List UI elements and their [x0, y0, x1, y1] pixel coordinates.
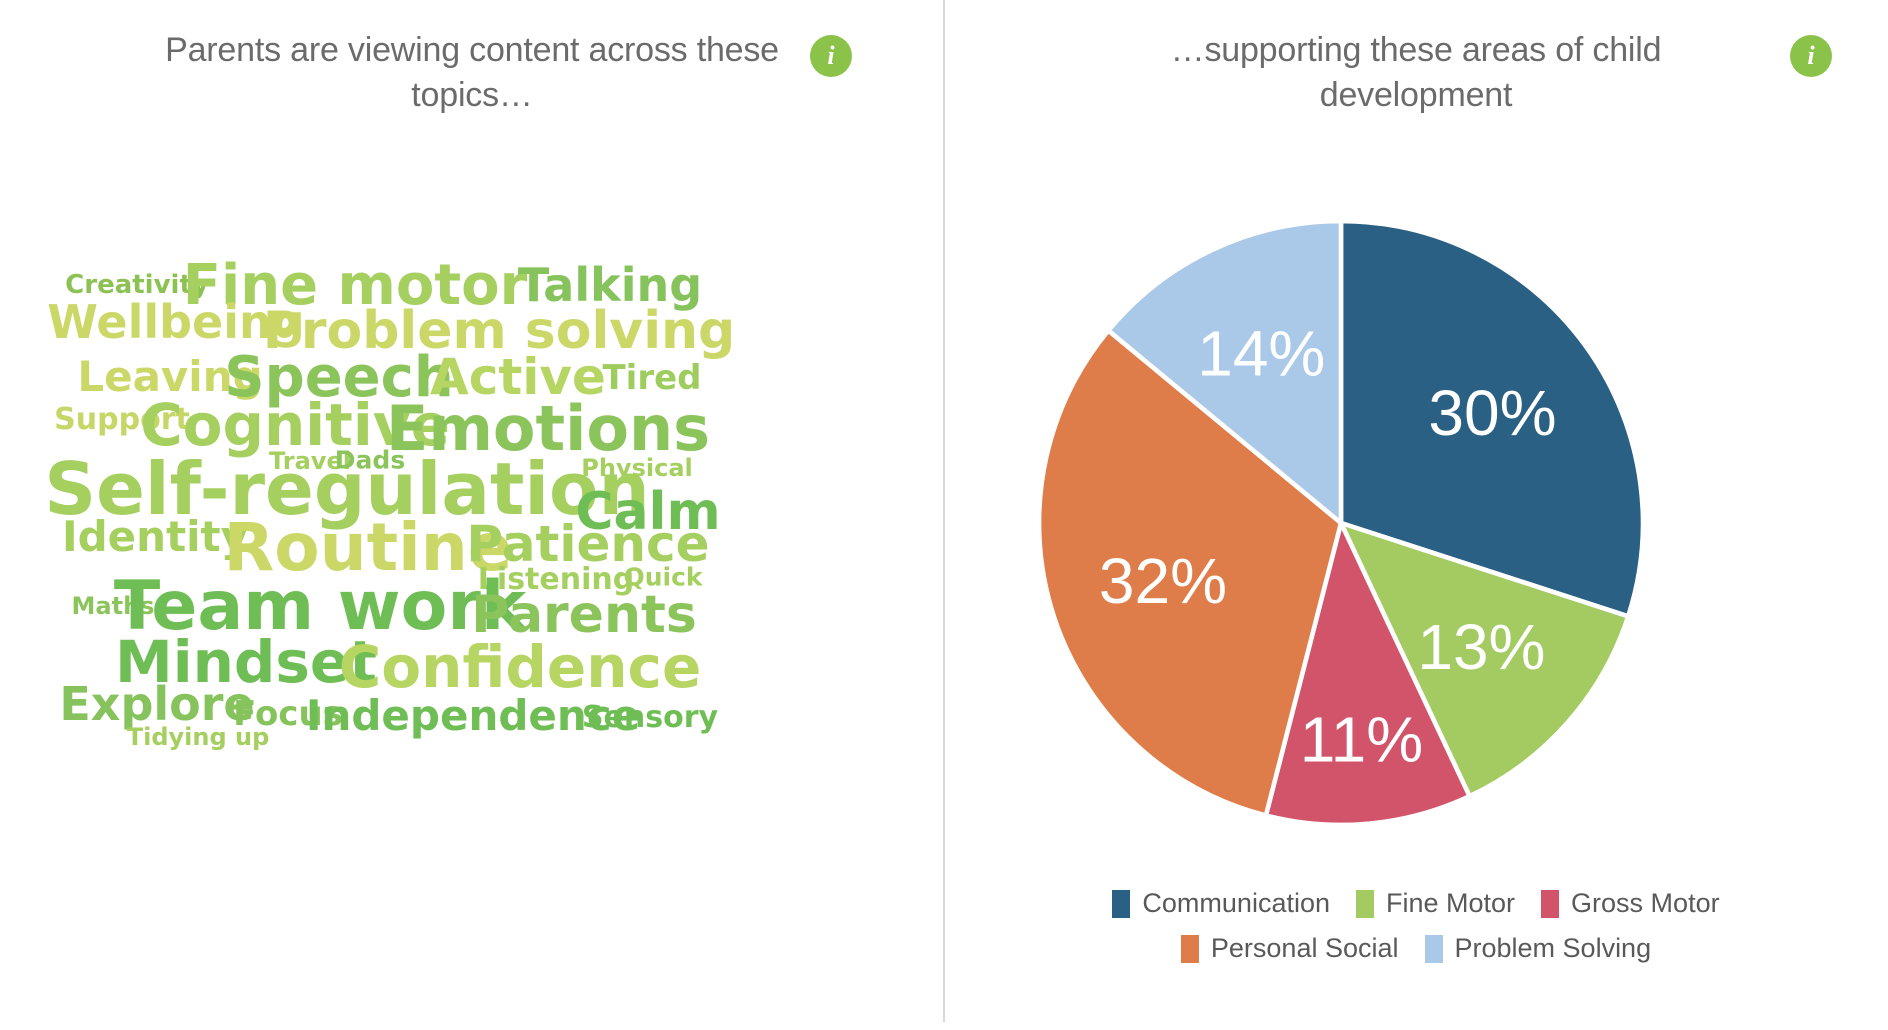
- word-cloud-term[interactable]: Sensory: [582, 703, 718, 733]
- word-cloud-term[interactable]: Identity: [62, 516, 248, 558]
- pie-slice-label: 14%: [1197, 318, 1325, 390]
- legend-label: Personal Social: [1210, 933, 1399, 963]
- legend-label: Fine Motor: [1386, 888, 1516, 918]
- legend-item[interactable]: Personal Social: [1180, 933, 1399, 964]
- dashboard-root: Parents are viewing content across these…: [0, 0, 1888, 1030]
- legend-swatch-icon: [1541, 889, 1560, 918]
- legend-item[interactable]: Problem Solving: [1424, 933, 1652, 964]
- legend-swatch-icon: [1112, 889, 1131, 918]
- legend-row: Personal Social Problem Solving: [944, 933, 1888, 964]
- legend-swatch-icon: [1424, 934, 1443, 963]
- word-cloud-term[interactable]: Tired: [602, 361, 701, 395]
- legend-label: Problem Solving: [1454, 933, 1652, 963]
- pie-slice-label: 13%: [1417, 611, 1545, 683]
- legend-swatch-icon: [1356, 889, 1374, 918]
- legend-item[interactable]: Fine Motor: [1356, 888, 1515, 919]
- pie-slice-label: 30%: [1428, 377, 1556, 449]
- pie-legend: Communication Fine Motor Gross Motor Perso…: [944, 888, 1888, 978]
- legend-item[interactable]: Gross Motor: [1541, 888, 1720, 919]
- pie-slice-label: 32%: [1099, 545, 1227, 617]
- word-cloud-term[interactable]: Explore: [59, 681, 254, 727]
- topics-panel: Parents are viewing content across these…: [0, 0, 944, 1030]
- word-cloud-term[interactable]: Confidence: [339, 638, 702, 696]
- legend-swatch-icon: [1180, 934, 1199, 963]
- legend-item[interactable]: Communication: [1112, 888, 1330, 919]
- legend-row: Communication Fine Motor Gross Motor: [944, 888, 1888, 919]
- legend-label: Communication: [1142, 888, 1330, 918]
- word-cloud-term[interactable]: Tidying up: [127, 725, 270, 749]
- word-cloud: Creativity Fine motor Talking Wellbeing Prob…: [0, 0, 944, 1030]
- pie-chart[interactable]: 30% 13% 11% 32% 14%: [1036, 218, 1646, 828]
- pie-chart-container: 30% 13% 11% 32% 14% Communication Fine Motor G…: [944, 0, 1888, 1030]
- legend-label: Gross Motor: [1571, 888, 1720, 918]
- pie-slice-label: 11%: [1300, 703, 1423, 775]
